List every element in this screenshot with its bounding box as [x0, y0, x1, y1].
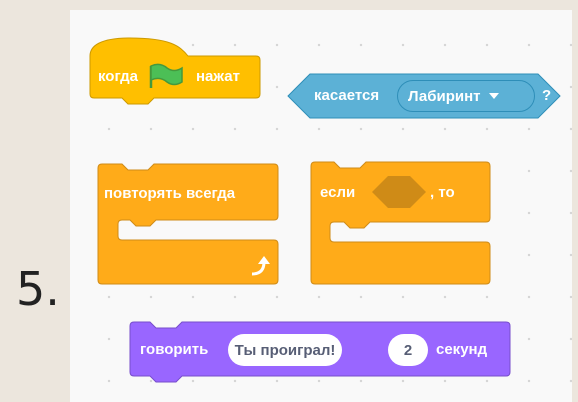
say-label: говорить: [140, 341, 209, 358]
question-number: 5.: [16, 262, 60, 316]
if-label: если: [320, 184, 356, 201]
scratch-code-area[interactable]: когда нажат касается Лабиринт ? повторят…: [70, 10, 572, 402]
when-flag-label-after: нажат: [196, 68, 240, 85]
say-seconds-input[interactable]: 2: [388, 334, 428, 366]
forever-block-shape[interactable]: [97, 163, 279, 285]
when-flag-label-before: когда: [98, 68, 139, 85]
say-message-input[interactable]: Ты проиграл!: [228, 334, 342, 366]
touching-label: касается: [314, 87, 380, 104]
touching-target-value: Лабиринт: [408, 87, 481, 105]
touching-question-mark: ?: [542, 87, 552, 104]
forever-label: повторять всегда: [104, 185, 236, 202]
then-label: , то: [430, 184, 455, 201]
touching-target-dropdown[interactable]: Лабиринт: [397, 80, 535, 112]
dropdown-arrow-icon: [488, 93, 499, 99]
seconds-unit-label: секунд: [436, 341, 488, 358]
